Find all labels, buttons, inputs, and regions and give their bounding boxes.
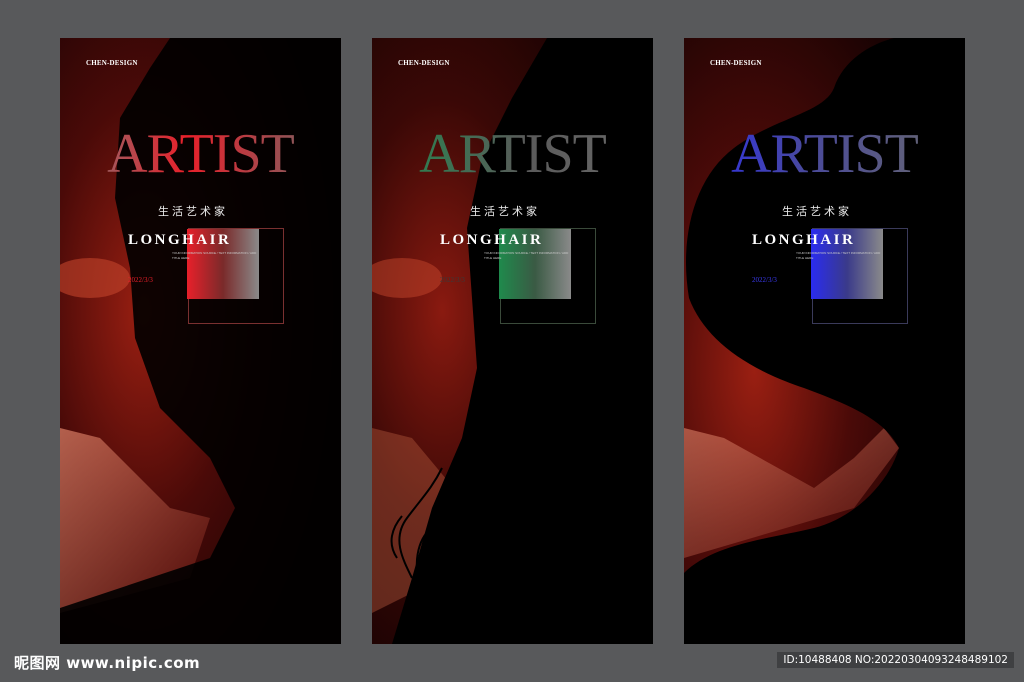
poster-title: ARTIST (684, 126, 965, 182)
site-watermark-logo: 昵图网 www.nipic.com (14, 654, 201, 672)
poster-headline: LONGHAIR (128, 232, 232, 248)
poster-subtitle: 生活艺术家 (470, 205, 540, 218)
small-info-text: YOUR INFORMATION SOURCE / TEXT INFORMATI… (172, 251, 257, 260)
poster-green: CHEN-DESIGN ARTIST 生活艺术家 LONGHAIR YOUR I… (372, 38, 653, 644)
small-info-text: YOUR INFORMATION SOURCE / TEXT INFORMATI… (796, 251, 881, 260)
poster-blue: CHEN-DESIGN ARTIST 生活艺术家 LONGHAIR YOUR I… (684, 38, 965, 644)
poster-date: 2022/3/3 (128, 276, 153, 284)
image-id-label: ID:10488408 NO:20220304093248489102 (777, 652, 1014, 668)
brand-label: CHEN-DESIGN (710, 59, 762, 67)
brand-label: CHEN-DESIGN (398, 59, 450, 67)
poster-subtitle: 生活艺术家 (782, 205, 852, 218)
poster-date: 2022/3/3 (752, 276, 777, 284)
poster-title: ARTIST (372, 126, 653, 182)
poster-headline: LONGHAIR (752, 232, 856, 248)
poster-headline: LONGHAIR (440, 232, 544, 248)
small-info-text: YOUR INFORMATION SOURCE / TEXT INFORMATI… (484, 251, 569, 260)
poster-title: ARTIST (60, 126, 341, 182)
brand-label: CHEN-DESIGN (86, 59, 138, 67)
poster-red: CHEN-DESIGN ARTIST 生活艺术家 LONGHAIR YOUR I… (60, 38, 341, 644)
poster-subtitle: 生活艺术家 (158, 205, 228, 218)
poster-date: 2022/3/3 (440, 276, 465, 284)
